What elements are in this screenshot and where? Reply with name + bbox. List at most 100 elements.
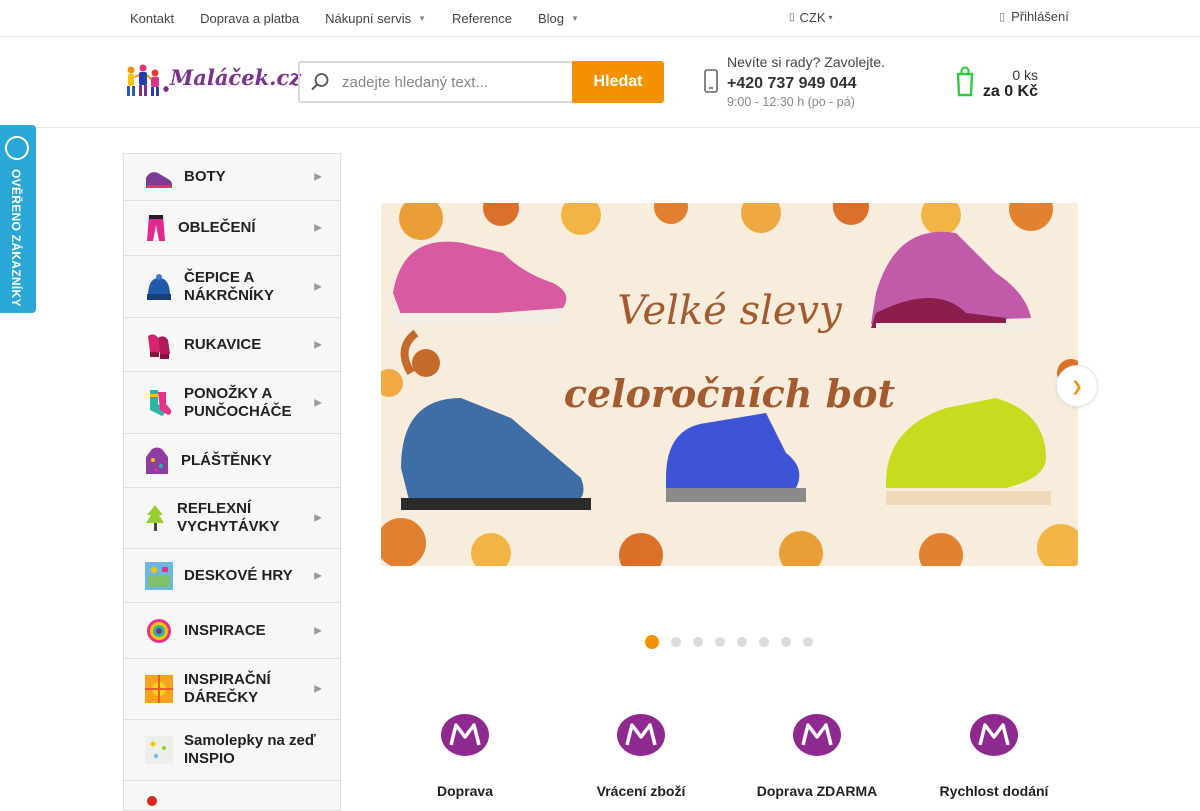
carousel-dot-5[interactable] [737,637,747,647]
header: Maláček.cz Hledat Nevíte si rady? Zavole… [0,37,1200,128]
chevron-right-icon: ▶ [314,512,322,524]
sidebar-item-inspiracni-darecky[interactable]: INSPIRAČNÍ DÁREČKY ▶ [124,659,340,720]
nav-label: Reference [452,10,512,26]
sidebar-item-rukavice[interactable]: RUKAVICE ▶ [124,318,340,372]
badge-text: OVĚŘENO ZÁKAZNÍKY [9,169,23,307]
carousel-dot-6[interactable] [759,637,769,647]
inspiration-icon [147,618,171,643]
carousel-next-button[interactable]: ❯ [1056,365,1098,407]
chevron-right-icon: ▶ [314,171,322,183]
raincoat-icon [146,447,168,474]
sidebar-item-ponozky[interactable]: PONOŽKY A PUNČOCHÁČE ▶ [124,372,340,434]
sticker-icon [145,736,173,764]
brand-m-icon [617,714,665,756]
shoe-icon [146,172,172,188]
brand-m-icon [441,714,489,756]
carousel-dot-3[interactable] [693,637,703,647]
sidebar-item-inspirace[interactable]: INSPIRACE ▶ [124,603,340,659]
search-button[interactable]: Hledat [572,61,664,103]
sidebar-item-plastenky[interactable]: PLÁŠTĚNKY [124,434,340,488]
feature-title: Vrácení zboží [596,783,686,799]
feature-doprava[interactable]: Doprava [380,712,550,799]
site-logo[interactable]: Maláček.cz [125,63,301,99]
category-icon [147,795,157,806]
sidebar-item-label: INSPIRACE [184,621,266,639]
brand-m-icon [793,714,841,756]
banner-subheadline: celoročních bot [563,371,896,416]
chevron-down-icon: ▾ [828,13,833,22]
sidebar-item-label: OBLEČENÍ [178,219,256,236]
nav-label: Blog [538,10,565,26]
sidebar-item-boty[interactable]: BOTY ▶ [124,154,340,201]
top-navigation: Kontakt Doprava a platba Nákupní servis ▼… [130,0,605,36]
nav-reference[interactable]: Reference [452,11,512,26]
gift-icon [145,675,173,703]
sidebar-item-obleceni[interactable]: OBLEČENÍ ▶ [124,201,340,256]
chevron-right-icon: ▶ [314,625,322,636]
nav-doprava-a-platba[interactable]: Doprava a platba [200,11,299,26]
chevron-down-icon: ▼ [571,13,579,23]
shopping-bag-icon [956,66,974,97]
nav-nakupni-servis[interactable]: Nákupní servis ▼ [325,11,426,26]
chevron-down-icon: ▼ [418,13,427,23]
money-icon: ▯ [789,12,795,23]
reflective-icon [146,505,164,531]
nav-label: Doprava a platba [200,10,300,26]
chevron-right-icon: ▶ [314,397,322,408]
nav-label: Kontakt [130,10,175,26]
carousel-dot-1[interactable] [645,635,659,649]
contact-phone[interactable]: +420 737 949 044 [727,75,856,93]
logo-text: Maláček.cz [170,65,302,90]
logo-kids-icon [127,64,169,96]
feature-doprava-zdarma[interactable]: Doprava ZDARMA [732,712,902,799]
carousel-dots [645,635,825,649]
sidebar-item-deskove-hry[interactable]: DESKOVÉ HRY ▶ [124,549,340,603]
cart-total: za 0 Kč [982,83,1038,100]
category-sidebar: BOTY ▶ OBLEČENÍ ▶ ČEPICE A NÁKRČNÍKY ▶ R… [123,153,341,811]
carousel-dot-2[interactable] [671,637,681,647]
carousel-dot-7[interactable] [781,637,791,647]
chevron-right-icon: ▶ [314,683,322,695]
sidebar-item-reflexni[interactable]: REFLEXNÍ VYCHYTÁVKY ▶ [124,488,340,549]
sidebar-item-label: Samolepky na zeď INSPIO [184,732,316,767]
contact-prompt: Nevíte si rady? Zavolejte. [727,54,885,70]
chevron-right-icon: ▶ [314,222,322,234]
sidebar-item-label: DESKOVÉ HRY [184,566,293,584]
nav-label: Nákupní servis [325,10,412,26]
nav-kontakt[interactable]: Kontakt [130,11,174,26]
feature-rychlost-dodani[interactable]: Rychlost dodání [909,712,1079,799]
hat-icon [147,273,171,300]
banner-headline: Velké slevy [617,288,842,334]
search-box: Hledat [298,61,664,103]
heureka-seal-icon [5,136,29,160]
sidebar-item-cepice[interactable]: ČEPICE A NÁKRČNÍKY ▶ [124,256,340,318]
sidebar-item-label: RUKAVICE [184,335,262,353]
sidebar-item-more[interactable] [124,781,340,811]
pants-icon [147,215,165,241]
carousel-dot-4[interactable] [715,637,725,647]
feature-title: Doprava [436,783,494,799]
phone-icon [704,69,718,93]
board-game-icon [145,561,173,590]
feature-vraceni-zbozi[interactable]: Vrácení zboží [556,712,726,799]
nav-blog[interactable]: Blog ▼ [538,11,579,26]
feature-title: Rychlost dodání [939,783,1049,799]
carousel-dot-8[interactable] [803,637,813,647]
gloves-icon [148,333,170,359]
cart-quantity: 0 ks [1012,67,1038,83]
feature-title: Doprava ZDARMA [756,783,878,799]
chevron-right-icon: ❯ [1071,377,1083,394]
search-icon [300,63,340,101]
sidebar-item-samolepky[interactable]: Samolepky na zeď INSPIO [124,720,340,781]
login-link[interactable]: ▯ Přihlášení [999,9,1069,24]
chevron-right-icon: ▶ [314,339,322,350]
verified-customers-badge[interactable]: OVĚŘENO ZÁKAZNÍKY [0,125,36,313]
top-bar: Kontakt Doprava a platba Nákupní servis ▼… [0,0,1200,37]
user-icon: ▯ [999,11,1006,23]
currency-selector[interactable]: ▯ CZK ▾ [789,10,833,25]
cart[interactable]: 0 ks za 0 Kč [956,65,1046,105]
sidebar-item-label: PLÁŠTĚNKY [181,451,272,469]
socks-icon [150,389,172,416]
sidebar-item-label: BOTY [184,168,226,185]
promo-banner[interactable]: Velké slevy celoročních bot [381,203,1078,566]
